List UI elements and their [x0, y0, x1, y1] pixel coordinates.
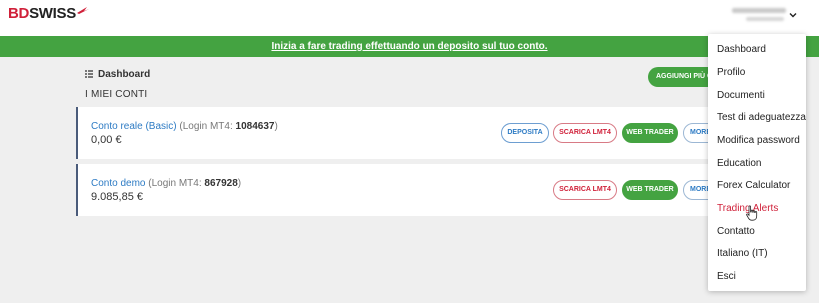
account-balance: 0,00 €	[91, 134, 122, 146]
account-name-line: Conto reale (Basic) (Login MT4: 1084637)	[91, 121, 278, 132]
download-mt4-button[interactable]: SCARICA LMT4	[553, 123, 617, 143]
menu-item-forex-calculator[interactable]: Forex Calculator	[717, 180, 790, 191]
user-name-blurred	[732, 8, 786, 26]
deposit-button[interactable]: DEPOSITA	[501, 123, 549, 143]
menu-item-profile[interactable]: Profilo	[717, 67, 745, 78]
login-number: 1084637	[235, 121, 275, 132]
menu-item-education[interactable]: Education	[717, 158, 761, 169]
menu-item-contact[interactable]: Contatto	[717, 226, 755, 237]
account-balance: 9.085,85 €	[91, 191, 143, 203]
account-name-link[interactable]: Conto reale (Basic)	[91, 121, 177, 132]
web-trader-button[interactable]: WEB TRADER	[622, 123, 678, 143]
deposit-banner: Inizia a fare trading effettuando un dep…	[0, 36, 819, 57]
flag-icon	[76, 7, 89, 14]
menu-item-language[interactable]: Italiano (IT)	[717, 248, 768, 259]
login-number: 867928	[204, 178, 238, 189]
login-close: )	[237, 178, 242, 189]
login-label: (Login MT4:	[179, 121, 236, 132]
menu-item-logout[interactable]: Esci	[717, 271, 736, 282]
login-close: )	[274, 121, 278, 132]
web-trader-button[interactable]: WEB TRADER	[622, 180, 678, 200]
user-menu-toggle[interactable]	[708, 0, 806, 34]
grid-list-icon	[85, 70, 93, 78]
top-bar: BDSWISS	[0, 0, 819, 36]
account-card-demo: Conto demo (Login MT4: 867928) 9.085,85 …	[76, 164, 728, 216]
logo-bd-text: BD	[8, 5, 30, 22]
menu-item-documents[interactable]: Documenti	[717, 90, 765, 101]
download-mt4-button[interactable]: SCARICA LMT4	[553, 180, 617, 200]
hand-pointer-icon	[746, 205, 758, 221]
account-name-line: Conto demo (Login MT4: 867928)	[91, 178, 241, 189]
account-name-link[interactable]: Conto demo	[91, 178, 145, 189]
deposit-banner-link[interactable]: Inizia a fare trading effettuando un dep…	[271, 41, 547, 52]
menu-item-change-password[interactable]: Modifica password	[717, 135, 800, 146]
section-title: I MIEI CONTI	[85, 89, 148, 100]
menu-item-suitability-test[interactable]: Test di adeguatezza	[717, 112, 806, 123]
account-card-real: Conto reale (Basic) (Login MT4: 1084637)…	[76, 107, 728, 159]
menu-item-dashboard[interactable]: Dashboard	[717, 44, 766, 55]
breadcrumb-label: Dashboard	[98, 69, 151, 80]
user-dropdown-menu: Dashboard Profilo Documenti Test di adeg…	[708, 34, 806, 291]
logo-swiss-text: SWISS	[29, 5, 76, 22]
login-label: (Login MT4:	[148, 178, 205, 189]
chevron-down-icon	[789, 13, 797, 18]
bdswiss-logo[interactable]: BDSWISS	[8, 5, 89, 22]
breadcrumb: Dashboard	[85, 69, 150, 80]
